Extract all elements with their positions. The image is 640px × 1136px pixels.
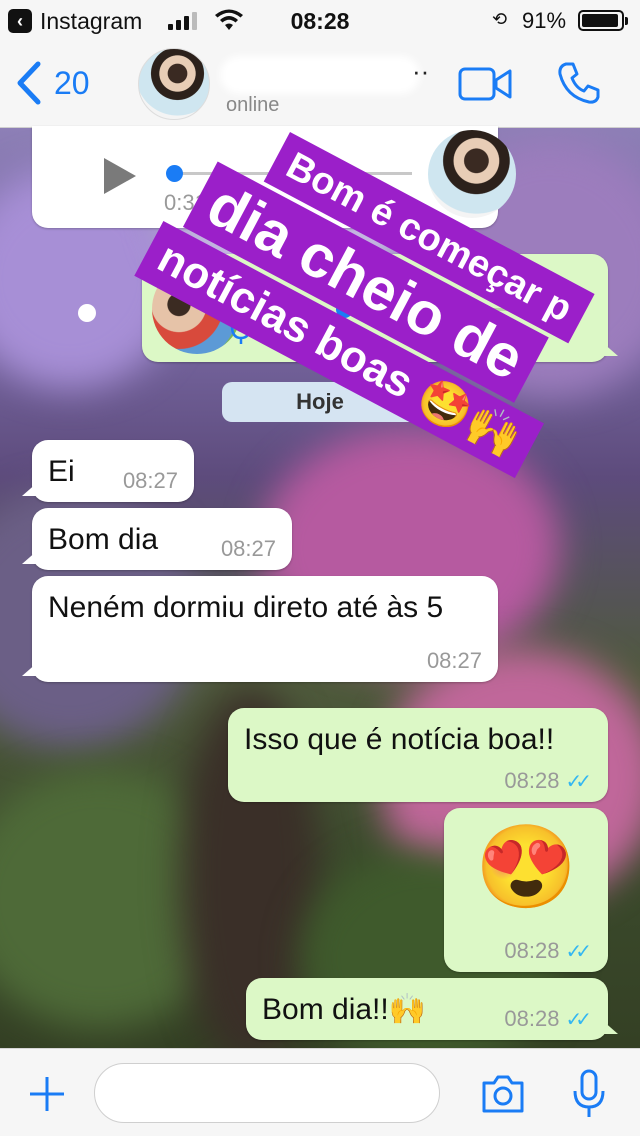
message-time: 08:28 ✓✓ bbox=[504, 1006, 592, 1032]
contact-avatar[interactable] bbox=[138, 48, 210, 120]
plus-icon[interactable] bbox=[28, 1075, 66, 1113]
message-bubble[interactable]: 😍 08:28 ✓✓ bbox=[444, 808, 608, 972]
message-time: 08:28 ✓✓ bbox=[504, 768, 592, 794]
message-bubble[interactable]: Ei 08:27 bbox=[22, 440, 194, 502]
phone-call-icon[interactable] bbox=[556, 60, 602, 106]
message-time: 08:28 ✓✓ bbox=[504, 938, 592, 964]
message-input[interactable] bbox=[94, 1063, 440, 1123]
sender-avatar bbox=[428, 130, 516, 218]
back-button[interactable]: 20 bbox=[14, 58, 90, 108]
video-call-icon[interactable] bbox=[458, 66, 512, 102]
message-time: 08:27 bbox=[220, 536, 276, 561]
message-time: 08:27 bbox=[122, 468, 178, 493]
audio-scrubber[interactable] bbox=[166, 165, 183, 182]
message-input-bar bbox=[0, 1048, 640, 1136]
stray-dot bbox=[78, 304, 96, 322]
status-bar: ‹ Instagram 08:28 ⟲ 91% bbox=[0, 0, 640, 40]
message-text: Isso que é notícia boa!! bbox=[244, 723, 555, 756]
play-icon[interactable] bbox=[104, 158, 136, 194]
message-bubble[interactable]: Bom dia!!🙌 08:28 ✓✓ bbox=[246, 978, 618, 1040]
microphone-icon[interactable] bbox=[572, 1069, 606, 1119]
contact-name-ellipsis: ·· bbox=[412, 56, 430, 86]
chat-header: 20 ·· online bbox=[0, 40, 640, 128]
message-text: Neném dormiu direto até às 5 bbox=[48, 591, 444, 624]
read-ticks-icon: ✓✓ bbox=[565, 770, 591, 793]
rotation-lock-icon: ⟲ bbox=[492, 9, 508, 29]
contact-name-redacted[interactable] bbox=[220, 56, 420, 94]
message-bubble[interactable]: Neném dormiu direto até às 5 08:27 bbox=[22, 576, 498, 682]
camera-icon[interactable] bbox=[480, 1073, 526, 1115]
contact-status: online bbox=[226, 94, 280, 116]
read-ticks-icon: ✓✓ bbox=[565, 940, 591, 963]
battery-percent: 91% bbox=[522, 8, 567, 33]
message-emoji: 😍 bbox=[474, 822, 578, 913]
battery-icon bbox=[578, 10, 628, 31]
message-time: 08:27 bbox=[426, 648, 482, 673]
message-bubble[interactable]: Isso que é notícia boa!! 08:28 ✓✓ bbox=[228, 708, 608, 802]
message-bubble[interactable]: Bom dia 08:27 bbox=[22, 508, 292, 570]
read-ticks-icon: ✓✓ bbox=[565, 1008, 591, 1031]
chevron-left-icon bbox=[17, 61, 41, 105]
unread-count: 20 bbox=[54, 64, 90, 101]
